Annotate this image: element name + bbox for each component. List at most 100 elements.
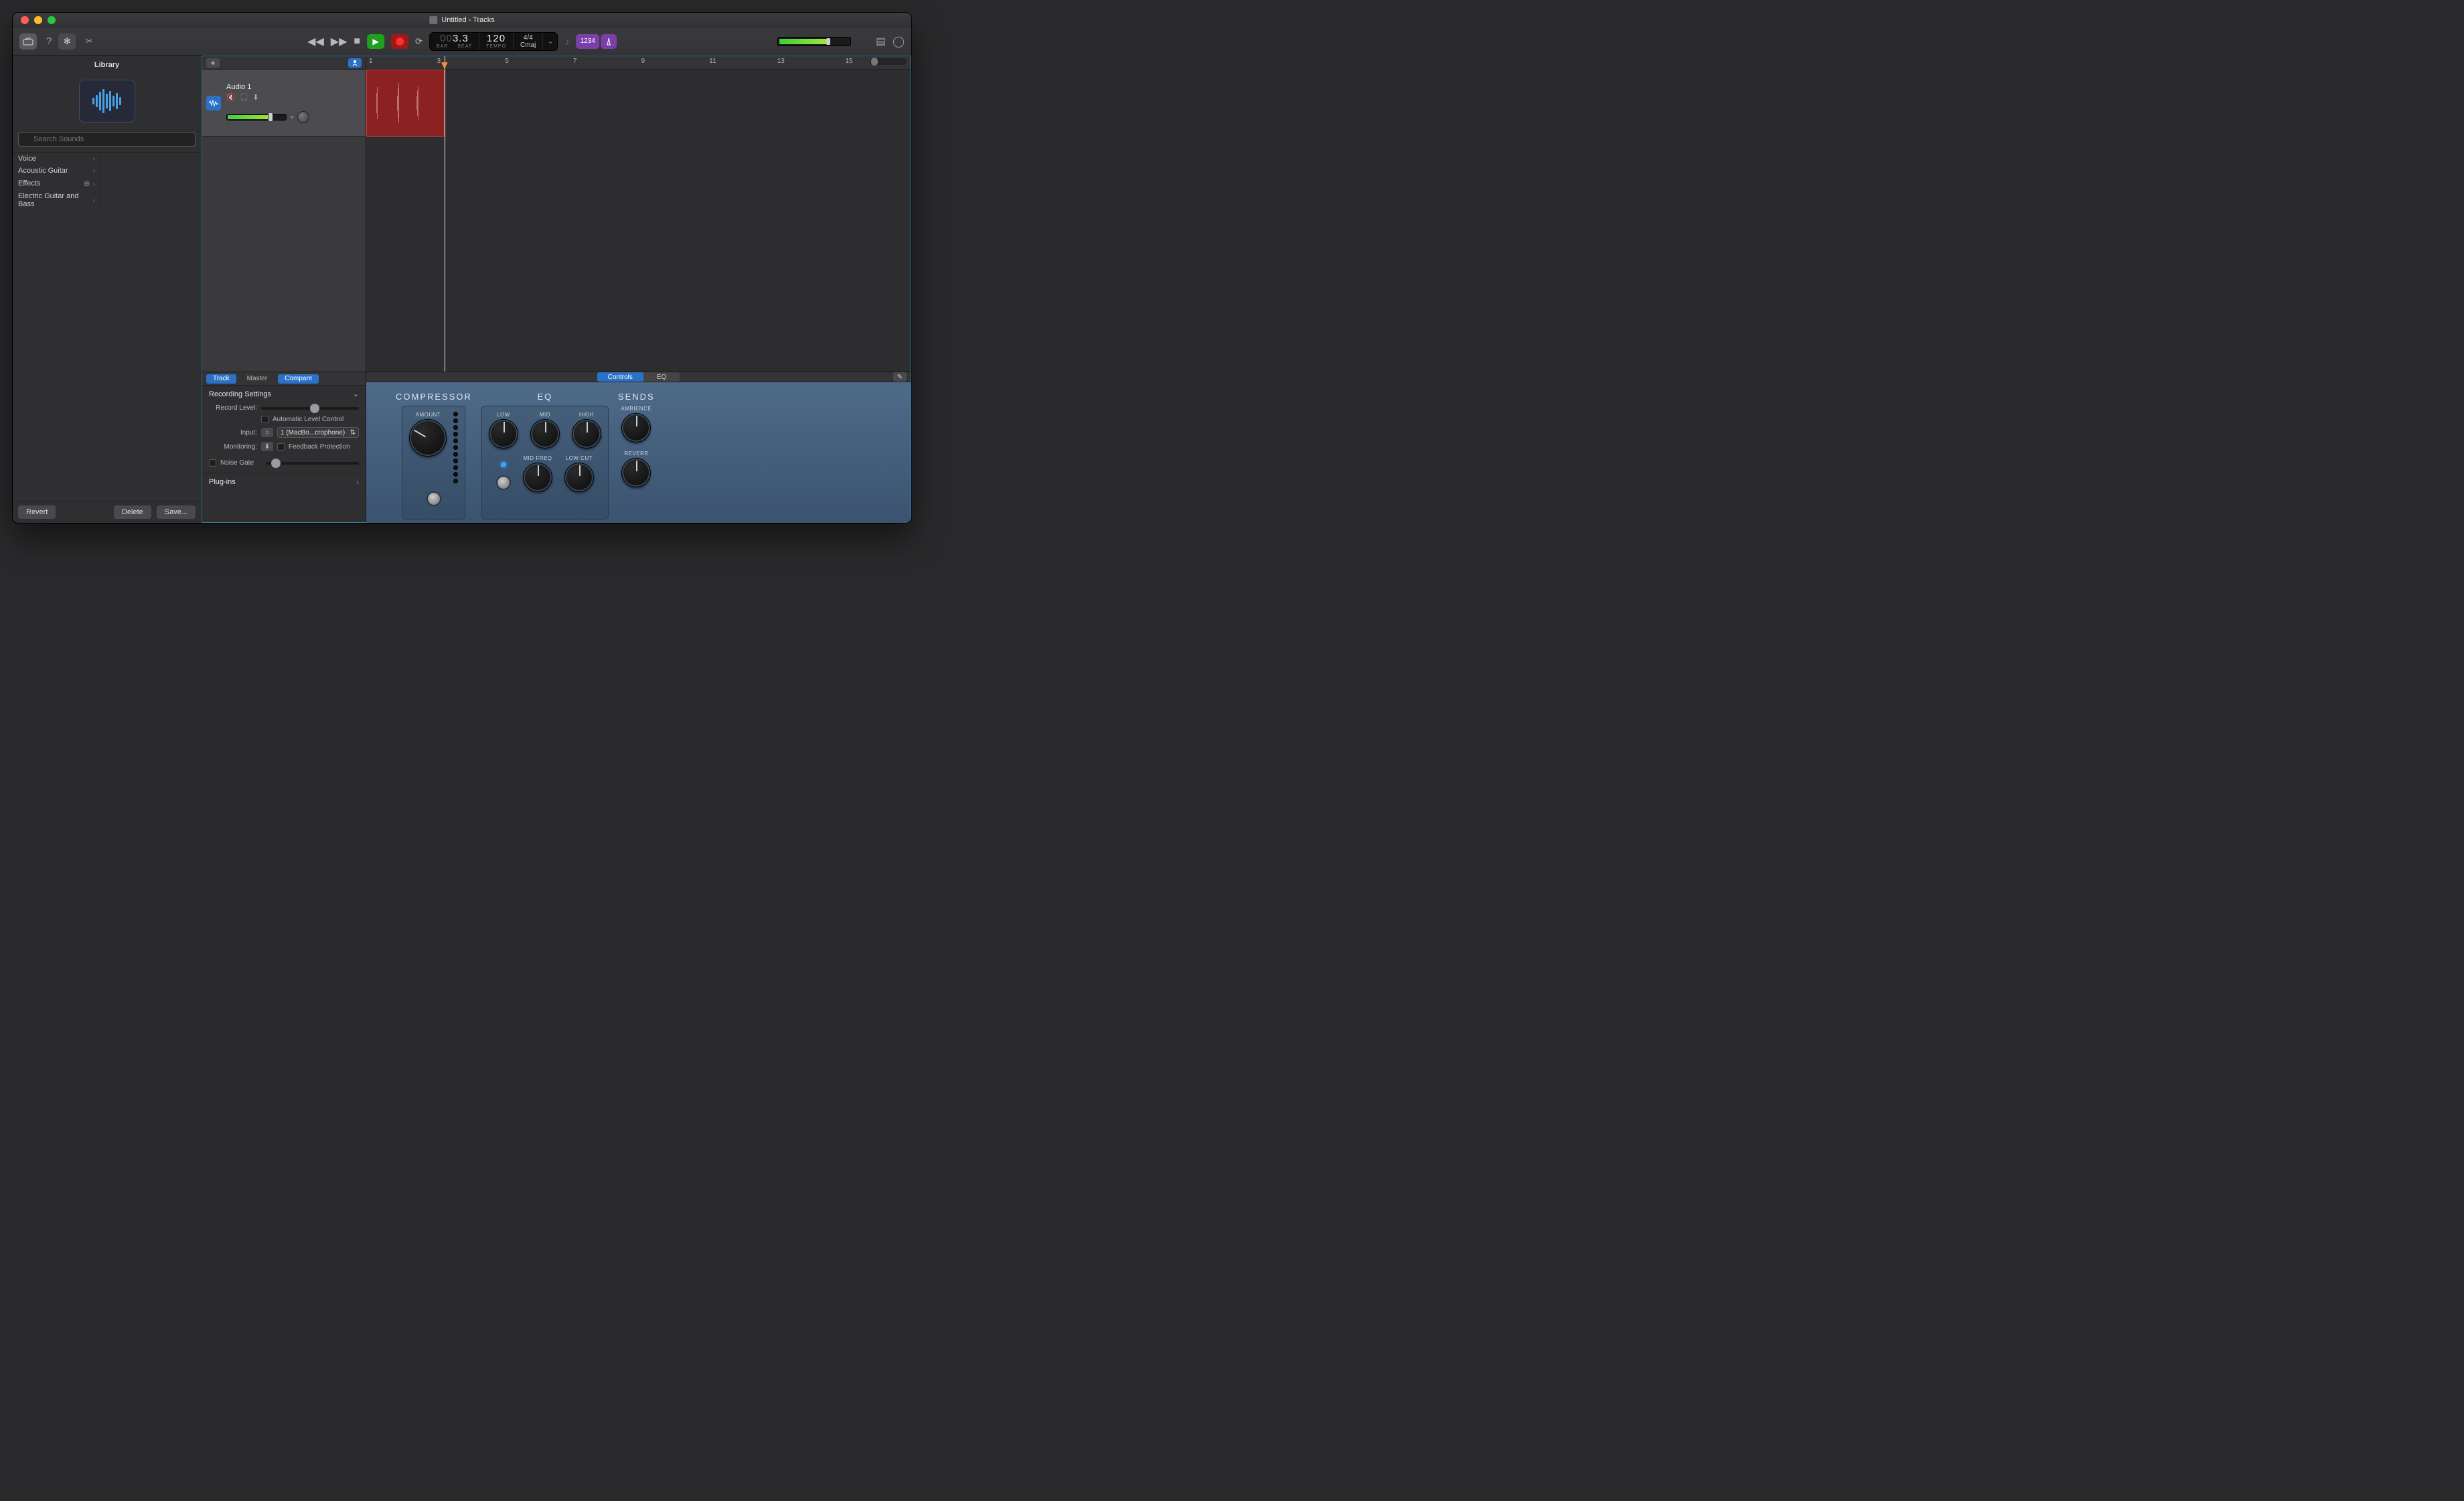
input-monitor-icon[interactable]: ⬇: [252, 93, 258, 102]
noise-gate-label: Noise Gate: [220, 459, 262, 467]
compressor-amount-knob[interactable]: .k.big::after{transform:rotate(-60deg);}: [409, 419, 447, 457]
lcd-key: Cmaj: [520, 42, 536, 49]
scissors-icon[interactable]: ✂: [85, 35, 93, 47]
main-toolbar: ? ✻ ✂ ◀◀ ▶▶ ■ ▶ ⟳ 003.3 BAR BEAT: [13, 27, 911, 56]
chevron-right-icon: ›: [93, 181, 95, 188]
document-icon: [429, 16, 437, 24]
play-button[interactable]: ▶: [367, 34, 384, 49]
lcd-display[interactable]: 003.3 BAR BEAT 120 TEMPO 4/4 Cmaj ⌄: [429, 32, 558, 51]
subcategory-list: [101, 153, 189, 210]
download-icon[interactable]: ⊕: [84, 179, 90, 188]
plugins-header[interactable]: Plug-ins ›: [202, 473, 366, 491]
editors-button[interactable]: ✻: [58, 33, 76, 50]
track-name[interactable]: Audio 1: [226, 83, 362, 91]
horizontal-zoom-slider[interactable]: [870, 58, 907, 65]
view-controls[interactable]: Controls: [597, 372, 643, 382]
monitoring-label: Monitoring:: [209, 443, 257, 451]
library-panel: Library Voice› Acoustic Guitar›: [13, 56, 202, 523]
input-mode-button[interactable]: ○: [261, 428, 273, 437]
tab-track[interactable]: Track: [206, 374, 236, 384]
track-header-config[interactable]: [348, 58, 362, 68]
zoom-window[interactable]: [48, 16, 56, 24]
monitoring-button[interactable]: ⬇: [261, 442, 273, 451]
feedback-checkbox[interactable]: [277, 443, 285, 451]
count-in-button[interactable]: 1234: [576, 34, 599, 49]
ruler[interactable]: 13579111315: [366, 56, 911, 70]
search-input[interactable]: [18, 132, 196, 147]
chevron-right-icon: ›: [356, 477, 359, 487]
tab-master[interactable]: Master: [240, 374, 275, 384]
lowcut-label: LOW CUT: [566, 455, 593, 461]
notepad-icon[interactable]: ▤: [876, 35, 886, 48]
compressor-meter: [453, 412, 458, 483]
headphones-icon[interactable]: 🎧: [240, 93, 249, 102]
eq-mid-knob[interactable]: [530, 419, 560, 449]
input-label: Input:: [209, 429, 257, 437]
mute-icon[interactable]: 🔇: [226, 93, 236, 102]
send-reverb-knob[interactable]: [621, 458, 651, 487]
minimize-window[interactable]: [34, 16, 42, 24]
stop-button[interactable]: ■: [354, 35, 360, 48]
ruler-tick: 11: [709, 58, 716, 65]
arrange-area[interactable]: 13579111315: [366, 56, 911, 372]
chevron-down-icon[interactable]: ⌄: [547, 37, 553, 46]
track-pan-knob[interactable]: [297, 111, 309, 123]
rewind-button[interactable]: ◀◀: [307, 35, 324, 48]
tuner-icon[interactable]: ♪: [565, 36, 570, 47]
cycle-button[interactable]: ⟳: [415, 36, 422, 47]
lcd-beat-label: BEAT: [457, 44, 472, 49]
eq-high-knob[interactable]: [572, 419, 601, 449]
add-track-button[interactable]: +: [206, 58, 220, 68]
library-title: Library: [13, 56, 201, 74]
noise-gate-checkbox[interactable]: [209, 459, 216, 467]
category-item[interactable]: Acoustic Guitar›: [13, 165, 100, 177]
save-button[interactable]: Save...: [157, 505, 196, 519]
noise-gate-slider[interactable]: [266, 462, 359, 465]
library-button[interactable]: [19, 33, 37, 50]
close-window[interactable]: [21, 16, 29, 24]
delete-button[interactable]: Delete: [114, 505, 151, 519]
ruler-tick: 1: [369, 58, 373, 65]
ruler-tick: 7: [573, 58, 577, 65]
audio-region[interactable]: [366, 70, 445, 137]
category-list: Voice› Acoustic Guitar› Effects ⊕› Elect…: [13, 153, 101, 210]
feedback-label: Feedback Protection: [289, 443, 350, 451]
record-button[interactable]: [391, 34, 408, 49]
patch-icon: [79, 80, 135, 123]
window-title: Untitled - Tracks: [441, 16, 494, 24]
loops-icon[interactable]: ◯: [893, 35, 905, 48]
eq-midfreq-knob[interactable]: [523, 463, 552, 492]
meter-dot: [291, 116, 293, 118]
revert-button[interactable]: Revert: [18, 505, 56, 519]
ruler-tick: 3: [437, 58, 441, 65]
low-label: LOW: [497, 412, 510, 418]
compare-button[interactable]: Compare: [278, 374, 319, 384]
view-eq[interactable]: EQ: [643, 372, 680, 382]
quick-help-icon[interactable]: ?: [46, 35, 52, 47]
metronome-button[interactable]: [601, 34, 617, 49]
input-select[interactable]: 1 (MacBo...crophone)⇅: [277, 427, 359, 438]
category-item[interactable]: Voice›: [13, 153, 100, 165]
edit-layout-icon[interactable]: ✎: [893, 372, 907, 382]
send-ambience-knob[interactable]: [621, 413, 651, 443]
smart-controls-panel: COMPRESSOR AMOUNT .k.big::after{transfor…: [366, 382, 911, 524]
high-label: HIGH: [579, 412, 594, 418]
auto-level-checkbox[interactable]: [261, 416, 268, 423]
lcd-tempo-label: TEMPO: [486, 44, 506, 49]
eq-lowcut-knob[interactable]: [564, 463, 594, 492]
lcd-bar-label: BAR: [437, 44, 448, 49]
lcd-timesig: 4/4: [524, 34, 533, 42]
eq-jack-icon: [496, 475, 511, 490]
forward-button[interactable]: ▶▶: [331, 35, 348, 48]
eq-low-knob[interactable]: [489, 419, 518, 449]
track-volume-slider[interactable]: [226, 114, 287, 121]
auto-level-label: Automatic Level Control: [273, 416, 343, 423]
category-item[interactable]: Effects ⊕›: [13, 177, 100, 190]
track-header[interactable]: Audio 1 🔇 🎧 ⬇: [202, 70, 366, 137]
category-item[interactable]: Electric Guitar and Bass›: [13, 190, 100, 210]
chevron-right-icon: ›: [93, 197, 95, 204]
record-level-slider[interactable]: [261, 407, 359, 410]
recording-settings-header[interactable]: Recording Settings ⌄: [202, 386, 366, 402]
master-volume-slider[interactable]: [777, 37, 851, 46]
reverb-label: REVERB: [624, 451, 648, 457]
